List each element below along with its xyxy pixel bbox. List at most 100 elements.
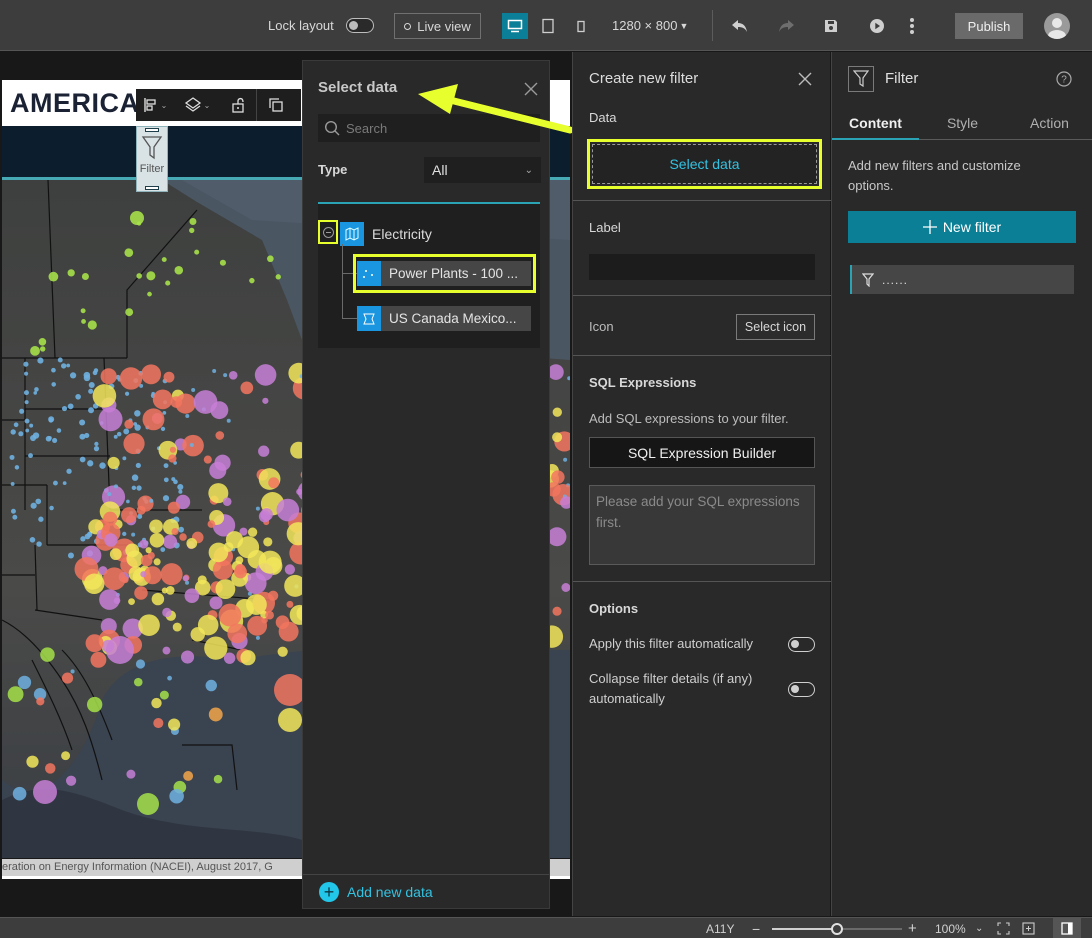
undo-button[interactable] — [727, 13, 753, 39]
select-data-panel: Select data Type All ⌄ Electricity Power… — [302, 60, 550, 909]
arrange-button[interactable]: ⌄ — [174, 89, 220, 121]
fit-height-icon — [1022, 922, 1035, 935]
power-plant-point — [24, 400, 29, 405]
power-plant-point — [9, 454, 15, 460]
sql-expressions-textarea[interactable] — [589, 485, 815, 565]
user-avatar[interactable] — [1044, 13, 1070, 39]
lock-layout-toggle[interactable] — [346, 0, 374, 51]
power-plant-point — [80, 308, 86, 314]
divider — [573, 295, 831, 296]
publish-button[interactable]: Publish — [955, 13, 1023, 39]
zoom-slider[interactable] — [772, 923, 902, 935]
resize-handle-top[interactable] — [145, 128, 159, 132]
filter-icon — [141, 136, 163, 160]
power-plant-point — [267, 255, 274, 263]
more-options-button[interactable] — [899, 13, 925, 39]
device-desktop-button[interactable] — [502, 13, 528, 39]
power-plant-point — [93, 445, 100, 452]
tab-content[interactable]: Content — [832, 107, 919, 140]
redo-button[interactable] — [773, 13, 799, 39]
power-plant-point — [38, 516, 44, 522]
more-vertical-icon — [910, 18, 914, 34]
fit-to-width-button[interactable] — [997, 918, 1010, 938]
create-filter-title: Create new filter — [589, 70, 699, 87]
power-plant-point — [99, 462, 106, 469]
fit-height-button[interactable] — [1022, 918, 1035, 938]
power-plant-point — [160, 563, 183, 586]
power-plant-point — [169, 789, 184, 804]
power-plant-point — [255, 506, 260, 511]
filter-widget[interactable]: Filter — [136, 126, 168, 192]
live-view-button[interactable]: Live view — [394, 13, 481, 39]
power-plant-point — [17, 675, 32, 690]
point-layer-icon — [357, 261, 381, 286]
collapse-details-toggle[interactable] — [788, 681, 815, 697]
collapse-group-button[interactable] — [318, 220, 338, 244]
add-new-data-button[interactable]: + Add new data — [303, 874, 549, 909]
power-plant-point — [163, 463, 169, 469]
type-select[interactable]: All ⌄ — [424, 157, 541, 183]
power-plant-point — [66, 363, 71, 368]
power-plant-point — [203, 455, 212, 464]
align-button[interactable]: ⌄ — [136, 89, 174, 121]
power-plant-point — [107, 492, 112, 497]
filter-item-label: ...... — [882, 272, 909, 287]
power-plant-point — [205, 679, 217, 692]
layer-item-power-plants[interactable]: Power Plants - 100 ... — [357, 261, 531, 286]
sql-expression-builder-button[interactable]: SQL Expression Builder — [589, 437, 815, 468]
zoom-percent[interactable]: 100% — [935, 918, 966, 938]
duplicate-button[interactable] — [257, 89, 295, 121]
power-plant-point — [25, 428, 30, 433]
device-phone-button[interactable] — [568, 13, 594, 39]
power-plant-point — [234, 563, 246, 575]
apply-automatically-toggle[interactable] — [788, 636, 815, 652]
select-data-button[interactable]: Select data — [592, 144, 817, 184]
power-plant-point — [177, 483, 184, 491]
power-plant-point — [48, 436, 52, 440]
preview-button[interactable] — [864, 13, 890, 39]
chevron-down-icon: ⌄ — [524, 164, 533, 176]
close-create-filter-button[interactable] — [797, 71, 813, 87]
save-button[interactable] — [818, 13, 844, 39]
filter-icon — [853, 70, 869, 88]
resolution-dropdown[interactable]: 1280 × 800 ▼ — [612, 0, 688, 51]
power-plant-point — [10, 508, 16, 514]
device-tablet-button[interactable] — [535, 13, 561, 39]
power-plant-point — [209, 596, 223, 610]
map-icon — [340, 222, 364, 246]
power-plant-point — [268, 477, 280, 489]
zoom-in-button[interactable]: + — [908, 918, 917, 938]
resize-handle-bottom[interactable] — [145, 186, 159, 190]
tab-style[interactable]: Style — [919, 107, 1006, 139]
power-plant-point — [79, 419, 86, 426]
zoom-out-button[interactable]: − — [752, 918, 760, 938]
chevron-down-icon[interactable]: ⌄ — [975, 918, 983, 938]
tab-action[interactable]: Action — [1006, 107, 1092, 139]
power-plant-point — [163, 534, 178, 549]
filter-list-item[interactable]: ...... — [850, 265, 1074, 294]
power-plant-point — [113, 434, 118, 439]
power-plant-point — [92, 370, 98, 376]
add-new-data-label: Add new data — [347, 884, 433, 900]
toggle-panel-button[interactable] — [1053, 918, 1081, 938]
power-plant-point — [32, 432, 40, 439]
lock-widget-button[interactable] — [220, 89, 256, 121]
zoom-slider-thumb[interactable] — [831, 923, 843, 935]
select-icon-button[interactable]: Select icon — [736, 314, 815, 340]
power-plant-point — [29, 537, 36, 543]
new-filter-button[interactable]: New filter — [848, 211, 1076, 243]
accessibility-button[interactable]: A11Y — [706, 918, 734, 938]
filter-label-input[interactable] — [589, 254, 815, 280]
option-label: Apply this filter automatically — [589, 636, 754, 651]
power-plant-point — [123, 432, 145, 455]
power-plant-point — [563, 457, 568, 462]
power-plant-point — [65, 775, 77, 786]
power-plant-point — [125, 308, 134, 317]
layer-item-us-canada-mexico[interactable]: US Canada Mexico... — [357, 306, 531, 331]
status-bar: A11Y − + 100% ⌄ — [0, 917, 1092, 938]
help-button[interactable]: ? — [1056, 71, 1072, 87]
power-plant-point — [178, 526, 185, 533]
power-plant-point — [227, 623, 248, 644]
power-plant-point — [223, 542, 234, 552]
tree-group-electricity[interactable]: Electricity — [340, 222, 432, 246]
